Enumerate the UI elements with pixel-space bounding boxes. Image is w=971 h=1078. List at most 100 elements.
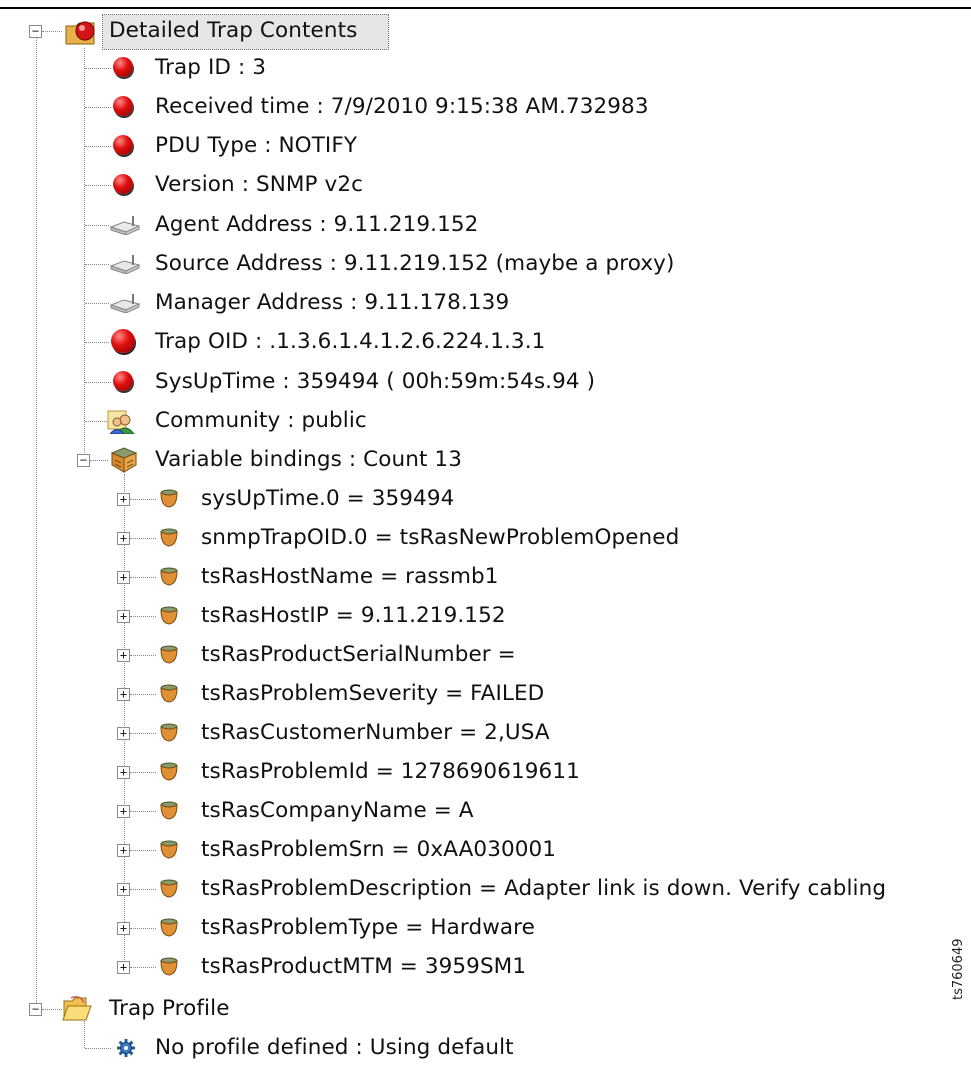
community-icon: [107, 408, 136, 435]
expand-toggle[interactable]: +: [117, 571, 130, 584]
variable-pot-icon: [158, 956, 180, 976]
collapse-toggle[interactable]: −: [77, 454, 90, 467]
tree-node-binding[interactable]: + tsRasProblemSeverity = FAILED: [0, 675, 971, 713]
tree-node-version[interactable]: Version : SNMP v2c: [0, 166, 971, 204]
tree-node-trap-id[interactable]: Trap ID : 3: [0, 49, 971, 87]
tree-connector: [90, 460, 108, 461]
node-label: SysUpTime : 359494 ( 00h:59m:54s.94 ): [155, 369, 596, 394]
tree-node-binding[interactable]: + tsRasHostIP = 9.11.219.152: [0, 597, 971, 635]
tree-node-binding[interactable]: + tsRasProductMTM = 3959SM1: [0, 948, 971, 986]
tree-connector: [85, 421, 107, 422]
expand-toggle[interactable]: +: [117, 610, 130, 623]
expand-toggle[interactable]: +: [117, 493, 130, 506]
network-device-icon: [109, 293, 141, 314]
tree-connector: [130, 616, 156, 617]
variable-pot-icon: [158, 683, 180, 703]
tree-connector: [130, 772, 156, 773]
tree-connector: [130, 889, 156, 890]
expand-toggle[interactable]: +: [117, 883, 130, 896]
tree-connector: [85, 382, 111, 383]
tree-node-agent-address[interactable]: Agent Address : 9.11.219.152: [0, 206, 971, 244]
variable-pot-icon: [158, 488, 180, 508]
figure-id: ts760649: [951, 938, 966, 1001]
network-device-icon: [109, 254, 141, 275]
node-label: tsRasProblemSeverity = FAILED: [201, 681, 545, 706]
expand-toggle[interactable]: +: [117, 649, 130, 662]
expand-toggle[interactable]: +: [117, 922, 130, 935]
collapse-toggle[interactable]: −: [29, 1003, 42, 1016]
tree-connector: [85, 68, 111, 69]
node-label: Agent Address : 9.11.219.152: [155, 212, 479, 237]
collapse-toggle[interactable]: −: [29, 25, 42, 38]
tree-connector: [42, 31, 62, 32]
open-folder-icon: [62, 995, 92, 1021]
node-label: Source Address : 9.11.219.152 (maybe a p…: [155, 251, 675, 276]
tree-node-binding[interactable]: + tsRasHostName = rassmb1: [0, 558, 971, 596]
tree-node-binding[interactable]: + tsRasProblemDescription = Adapter link…: [0, 870, 971, 908]
node-label: tsRasCustomerNumber = 2,USA: [201, 720, 550, 745]
variable-pot-icon: [158, 800, 180, 820]
tree-connector: [130, 499, 156, 500]
node-label: tsRasProductSerialNumber =: [201, 642, 516, 667]
tree-node-binding[interactable]: + tsRasProductSerialNumber =: [0, 636, 971, 674]
tree-connector: [85, 264, 109, 265]
expand-toggle[interactable]: +: [117, 688, 130, 701]
tree-node-binding[interactable]: + sysUpTime.0 = 359494: [0, 480, 971, 518]
variable-pot-icon: [158, 878, 180, 898]
expand-toggle[interactable]: +: [117, 532, 130, 545]
node-label: tsRasCompanyName = A: [201, 798, 474, 823]
tree-node-trap-oid[interactable]: Trap OID : .1.3.6.1.4.1.2.6.224.1.3.1: [0, 323, 971, 361]
node-label: tsRasHostName = rassmb1: [201, 564, 499, 589]
node-label: Version : SNMP v2c: [155, 172, 364, 197]
tree-node-profile-item[interactable]: No profile defined : Using default: [0, 1029, 971, 1067]
tree-connector: [130, 538, 156, 539]
tree-connector: [85, 225, 109, 226]
tree-node-binding[interactable]: + tsRasCustomerNumber = 2,USA: [0, 714, 971, 752]
expand-toggle[interactable]: +: [117, 844, 130, 857]
tree-node-pdu-type[interactable]: PDU Type : NOTIFY: [0, 127, 971, 165]
expand-toggle[interactable]: +: [117, 961, 130, 974]
variable-pot-icon: [158, 917, 180, 937]
expand-toggle[interactable]: +: [117, 766, 130, 779]
trap-folder-icon: [64, 18, 98, 50]
tree-node-trap-profile[interactable]: − Trap Profile: [0, 990, 971, 1028]
node-label: No profile defined : Using default: [155, 1035, 514, 1060]
expand-toggle[interactable]: +: [117, 805, 130, 818]
tree-node-manager-address[interactable]: Manager Address : 9.11.178.139: [0, 284, 971, 322]
node-label: tsRasProductMTM = 3959SM1: [201, 954, 527, 979]
tree-node-binding[interactable]: + snmpTrapOID.0 = tsRasNewProblemOpened: [0, 519, 971, 557]
node-label: sysUpTime.0 = 359494: [201, 486, 455, 511]
tree-node-sysuptime[interactable]: SysUpTime : 359494 ( 00h:59m:54s.94 ): [0, 363, 971, 401]
tree-connector: [85, 342, 109, 343]
tree-connector: [130, 655, 156, 656]
node-label: Trap Profile: [109, 996, 230, 1021]
node-label: Received time : 7/9/2010 9:15:38 AM.7329…: [155, 94, 649, 119]
red-ball-icon: [113, 371, 133, 391]
tree-connector: [130, 850, 156, 851]
node-label: Detailed Trap Contents: [109, 18, 358, 43]
node-label: tsRasProblemDescription = Adapter link i…: [201, 876, 887, 901]
variable-pot-icon: [158, 761, 180, 781]
tree-node-community[interactable]: Community : public: [0, 402, 971, 440]
node-label: PDU Type : NOTIFY: [155, 133, 358, 158]
variable-pot-icon: [158, 839, 180, 859]
tree-node-source-address[interactable]: Source Address : 9.11.219.152 (maybe a p…: [0, 245, 971, 283]
tree-connector: [85, 107, 111, 108]
tree-node-detailed-trap-contents[interactable]: − Detailed Trap Contents: [0, 12, 971, 50]
node-label: Community : public: [155, 408, 367, 433]
tree-node-variable-bindings[interactable]: − Variable bindings : Count 13: [0, 441, 971, 479]
tree-node-binding[interactable]: + tsRasProblemId = 1278690619611: [0, 753, 971, 791]
tree-connector: [85, 146, 111, 147]
expand-toggle[interactable]: +: [117, 727, 130, 740]
tree-node-binding[interactable]: + tsRasProblemSrn = 0xAA030001: [0, 831, 971, 869]
variable-pot-icon: [158, 722, 180, 742]
tree-node-binding[interactable]: + tsRasCompanyName = A: [0, 792, 971, 830]
node-label: Trap ID : 3: [155, 55, 267, 80]
tree-node-binding[interactable]: + tsRasProblemType = Hardware: [0, 909, 971, 947]
node-label: Trap OID : .1.3.6.1.4.1.2.6.224.1.3.1: [155, 329, 546, 354]
node-label: snmpTrapOID.0 = tsRasNewProblemOpened: [201, 525, 680, 550]
node-label: tsRasHostIP = 9.11.219.152: [201, 603, 506, 628]
tree-connector: [130, 577, 156, 578]
tree-node-received-time[interactable]: Received time : 7/9/2010 9:15:38 AM.7329…: [0, 88, 971, 126]
red-ball-icon: [113, 135, 133, 155]
